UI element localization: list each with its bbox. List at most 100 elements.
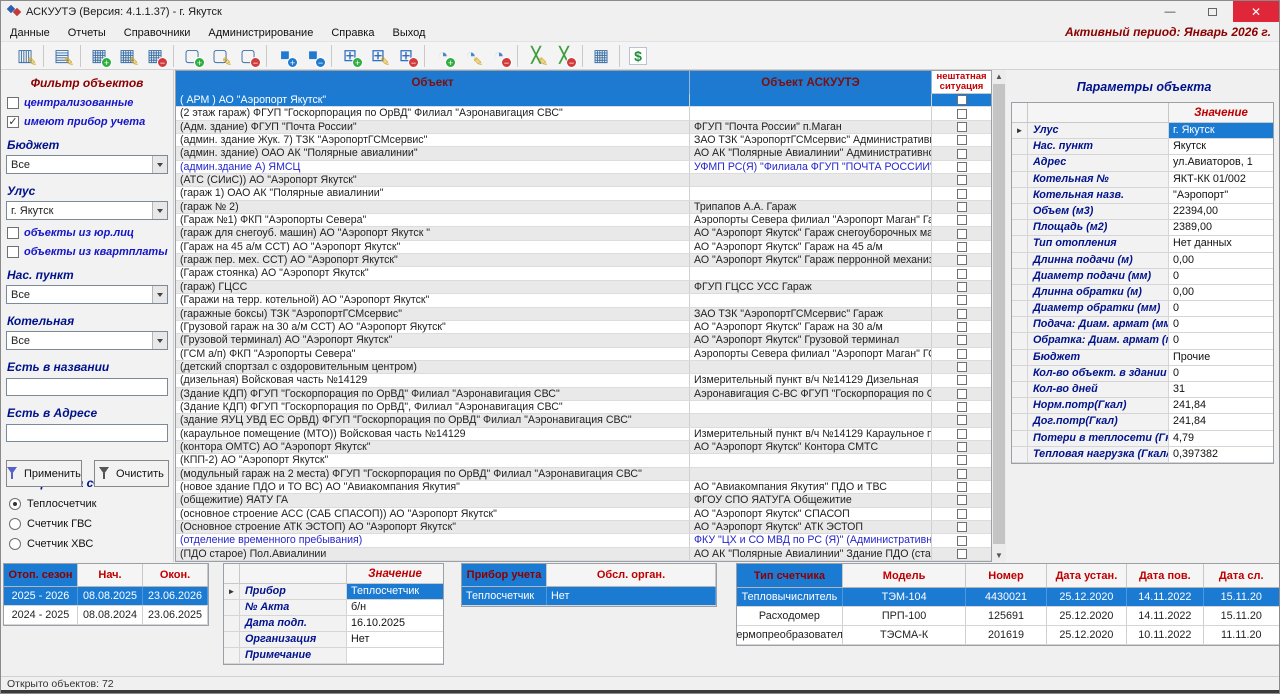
param-row[interactable]: Кол-во дней31 (1012, 382, 1273, 398)
emergency-checkbox[interactable] (957, 309, 967, 319)
settlement-select[interactable]: Все (6, 285, 168, 304)
table-row[interactable]: ТермопреобразовательТЭСМА-К20161925.12.2… (737, 626, 1280, 645)
param-value[interactable]: Прочие (1169, 350, 1273, 365)
column-header-1[interactable]: Обсл. орган. (547, 564, 716, 586)
param-value[interactable]: 0 (1169, 301, 1273, 316)
checkbox-rent-objects[interactable]: объекты из квартплаты (7, 246, 173, 258)
checkbox-icon[interactable] (7, 246, 19, 258)
table-row[interactable]: (Здание КДП) ФГУП "Госкорпорация по ОрВД… (176, 401, 991, 414)
table-row[interactable]: РасходомерПРП-10012569125.12.202014.11.2… (737, 607, 1280, 626)
emergency-checkbox[interactable] (957, 389, 967, 399)
document-edit-button[interactable]: ▢✎ (207, 44, 233, 68)
table-row[interactable]: (2 этаж гараж) ФГУП "Госкорпорация по Ор… (176, 107, 991, 120)
table-row[interactable]: ( АРМ ) АО "Аэропорт Якутск" (176, 94, 991, 107)
emergency-checkbox[interactable] (957, 122, 967, 132)
param-value[interactable]: 0 (1169, 333, 1273, 348)
name-contains-input[interactable] (6, 378, 168, 396)
column-header-0[interactable]: Тип счетчика (737, 564, 843, 587)
emergency-checkbox[interactable] (957, 175, 967, 185)
table-row[interactable]: (здание ЯУЦ УВД ЕС ОрВД) ФГУП "Госкорпор… (176, 414, 991, 427)
param-value[interactable]: 0 (1169, 269, 1273, 284)
checkbox-icon[interactable] (7, 97, 19, 109)
menu-item-1[interactable]: Отчеты (59, 25, 115, 41)
emergency-checkbox[interactable] (957, 455, 967, 465)
table-row[interactable]: (контора ОМТС) АО "Аэропорт Якутск"АО "А… (176, 441, 991, 454)
scroll-up-icon[interactable]: ▲ (992, 70, 1006, 83)
emergency-checkbox[interactable] (957, 95, 967, 105)
table-row[interactable]: (ПДО старое) Пол.АвиалинииАО АК "Полярны… (176, 548, 991, 561)
param-row[interactable]: Дог.потр(Гкал)241,84 (1012, 414, 1273, 430)
menu-item-2[interactable]: Справочники (115, 25, 200, 41)
emergency-checkbox[interactable] (957, 295, 967, 305)
scrollbar-thumb[interactable] (993, 84, 1005, 544)
close-button[interactable]: ✕ (1233, 1, 1279, 22)
param-value[interactable]: Нет данных (1169, 236, 1273, 251)
act-remove-button[interactable]: ■− (300, 44, 326, 68)
table-row[interactable]: (Грузовой терминал) АО "Аэропорт Якутск"… (176, 334, 991, 347)
emergency-checkbox[interactable] (957, 349, 967, 359)
column-header-2[interactable]: Номер (966, 564, 1046, 587)
param-value[interactable]: 241,84 (1169, 414, 1273, 429)
menu-item-0[interactable]: Данные (1, 25, 59, 41)
column-header-5[interactable]: Дата сл. (1204, 564, 1280, 587)
emergency-checkbox[interactable] (957, 549, 967, 559)
table-row[interactable]: (гараж № 2)Трипапов А.А. Гараж (176, 201, 991, 214)
param-row[interactable]: Котельная назв."Аэропорт" (1012, 188, 1273, 204)
menu-item-3[interactable]: Администрирование (199, 25, 322, 41)
param-value[interactable]: 2389,00 (1169, 220, 1273, 235)
object-card-edit-button[interactable]: ▦✎ (114, 44, 140, 68)
param-value[interactable]: 31 (1169, 382, 1273, 397)
checkbox-icon[interactable]: ✓ (7, 116, 19, 128)
table-row[interactable]: (общежитие) ЯАТУ ГАФГОУ СПО ЯАТУГА Общеж… (176, 494, 991, 507)
table-row[interactable]: (АТС (СИиС)) АО "Аэропорт Якутск" (176, 174, 991, 187)
column-header-3[interactable]: Дата устан. (1047, 564, 1127, 587)
device-card-row[interactable]: Примечание (224, 648, 443, 664)
emergency-checkbox[interactable] (957, 282, 967, 292)
param-row[interactable]: Потери в теплосети (Гкал)4,79 (1012, 431, 1273, 447)
maximize-button[interactable] (1191, 1, 1233, 22)
emergency-checkbox[interactable] (957, 522, 967, 532)
apply-filter-button[interactable]: Применить (6, 460, 82, 487)
device-param-value[interactable]: Нет (347, 632, 443, 647)
object-card-add-button[interactable]: ▦+ (86, 44, 112, 68)
param-value[interactable]: ул.Авиаторов, 1 (1169, 155, 1273, 170)
radio-icon[interactable] (9, 538, 21, 550)
document-add-button[interactable]: ▢+ (179, 44, 205, 68)
checkbox-has-meter[interactable]: ✓ имеют прибор учета (7, 116, 173, 128)
table-row[interactable]: (админ. здание) ОАО АК "Полярные авиалин… (176, 147, 991, 160)
dropdown-arrow-icon[interactable] (152, 202, 167, 219)
table-row[interactable]: (КПП-2) АО "Аэропорт Якутск" (176, 454, 991, 467)
param-value[interactable]: 0 (1169, 317, 1273, 332)
column-header-object[interactable]: Объект (176, 71, 690, 94)
column-header-4[interactable]: Дата пов. (1127, 564, 1203, 587)
emergency-checkbox[interactable] (957, 495, 967, 505)
param-row[interactable]: Диаметр подачи (мм)0 (1012, 269, 1273, 285)
param-row[interactable]: Площадь (м2)2389,00 (1012, 220, 1273, 236)
table-row[interactable]: (гараж 1) ОАО АК "Полярные авиалинии" (176, 187, 991, 200)
emergency-checkbox[interactable] (957, 135, 967, 145)
radio-cold-water-meter[interactable]: Счетчик ХВС (9, 538, 173, 550)
column-header-0[interactable]: Отоп. сезон (4, 564, 78, 586)
table-row[interactable]: (Гараж №1) ФКП "Аэропорты Севера"Аэропор… (176, 214, 991, 227)
emergency-checkbox[interactable] (957, 269, 967, 279)
param-value[interactable]: Якутск (1169, 139, 1273, 154)
param-row[interactable]: Кол-во объект. в здании0 (1012, 366, 1273, 382)
table-row[interactable]: (гаражные боксы) ТЗК "АэропортГСМсервис"… (176, 308, 991, 321)
emergency-checkbox[interactable] (957, 415, 967, 425)
budget-select[interactable]: Все (6, 155, 168, 174)
column-header-1[interactable]: Модель (843, 564, 966, 587)
device-add-button[interactable]: ⊞+ (337, 44, 363, 68)
param-value[interactable]: 0 (1169, 366, 1273, 381)
emergency-checkbox[interactable] (957, 362, 967, 372)
emergency-checkbox[interactable] (957, 322, 967, 332)
emergency-checkbox[interactable] (957, 509, 967, 519)
device-param-value[interactable] (347, 648, 443, 663)
param-value[interactable]: г. Якутск (1169, 123, 1273, 138)
emergency-checkbox[interactable] (957, 215, 967, 225)
table-row[interactable]: (админ. здание Жук. 7) ТЗК "АэропортГСМс… (176, 134, 991, 147)
column-header-2[interactable]: Окон. (143, 564, 208, 586)
param-row[interactable]: Тип отопленияНет данных (1012, 236, 1273, 252)
checkbox-centralized[interactable]: централизованные (7, 97, 173, 109)
device-card-row[interactable]: Дата подп.16.10.2025 (224, 616, 443, 632)
table-row[interactable]: ТепловычислительТЭМ-104443002125.12.2020… (737, 588, 1280, 607)
